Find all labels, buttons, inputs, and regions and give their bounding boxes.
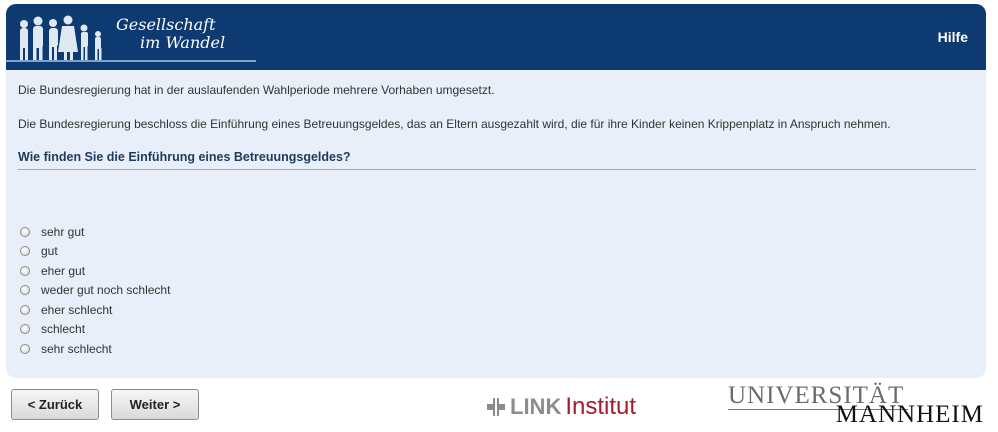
university-mannheim-logo: UNIVERSITÄT MANNHEIM [728, 382, 986, 428]
radio-button[interactable] [20, 226, 30, 237]
link-cross-icon [487, 398, 505, 416]
option-label: sehr gut [41, 224, 85, 239]
option-label: eher schlecht [41, 302, 113, 317]
radio-button[interactable] [20, 343, 30, 354]
option-eher-schlecht[interactable]: eher schlecht [20, 300, 170, 320]
option-eher-gut[interactable]: eher gut [20, 261, 170, 281]
option-label: gut [41, 244, 58, 259]
help-link[interactable]: Hilfe [938, 29, 968, 45]
divider [18, 169, 976, 170]
radio-button[interactable] [20, 265, 30, 276]
link-institut-logo: LINK Institut [486, 392, 636, 422]
logo-line1: Gesellschaft [116, 15, 216, 34]
header-bar: Gesellschaft im Wandel Hilfe [6, 4, 986, 70]
option-gut[interactable]: gut [20, 242, 170, 262]
option-label: sehr schlecht [41, 341, 112, 356]
option-sehr-gut[interactable]: sehr gut [20, 222, 170, 242]
logo-text: Gesellschaft im Wandel [116, 16, 225, 52]
radio-button[interactable] [20, 324, 30, 335]
option-label: eher gut [41, 263, 86, 278]
question-text: Wie finden Sie die Einführung eines Betr… [18, 150, 351, 164]
radio-button[interactable] [20, 246, 30, 257]
radio-button[interactable] [20, 285, 30, 296]
option-weder-gut-noch-schlecht[interactable]: weder gut noch schlecht [20, 281, 170, 301]
next-button[interactable]: Weiter > [111, 389, 199, 420]
answer-options: sehr gut gut eher gut weder gut noch sch… [20, 222, 170, 359]
link-word: LINK [510, 394, 562, 419]
intro-text: Die Bundesregierung hat in der auslaufen… [18, 83, 495, 97]
option-label: schlecht [41, 322, 86, 337]
option-label: weder gut noch schlecht [41, 283, 171, 298]
uni-line2: MANNHEIM [835, 401, 984, 428]
radio-button[interactable] [20, 304, 30, 315]
logo-line2: im Wandel [140, 33, 226, 52]
back-button[interactable]: < Zurück [11, 389, 99, 420]
option-sehr-schlecht[interactable]: sehr schlecht [20, 339, 170, 359]
survey-panel: Die Bundesregierung hat in der auslaufen… [6, 70, 986, 378]
statement-text: Die Bundesregierung beschloss die Einfüh… [18, 117, 891, 131]
institut-word: Institut [565, 393, 637, 420]
option-schlecht[interactable]: schlecht [20, 320, 170, 340]
